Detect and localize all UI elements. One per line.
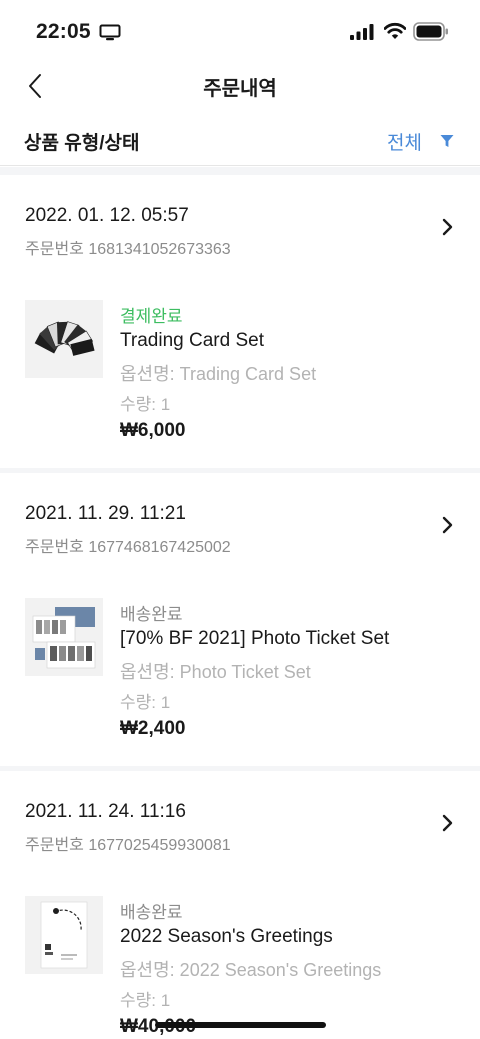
- option-name: 옵션명: Photo Ticket Set: [120, 662, 311, 682]
- chevron-right-icon: [442, 516, 453, 534]
- delivery-status: 배송완료: [120, 605, 183, 624]
- order-date: 2021. 11. 29. 11:21: [25, 503, 186, 524]
- payment-status: 결제완료: [120, 307, 183, 326]
- product-thumbnail[interactable]: [25, 896, 103, 974]
- cellular-signal-icon: [350, 24, 374, 40]
- order-header[interactable]: 2021. 11. 24. 11:16 주문번호 167702545993008…: [0, 771, 480, 873]
- quantity: 수량: 1: [120, 395, 171, 414]
- filter-button[interactable]: 전체: [387, 126, 454, 156]
- trading-card-fan-image: [25, 300, 103, 378]
- filter-row: 상품 유형/상태 전체: [0, 116, 480, 166]
- price: ₩2,400: [120, 718, 186, 739]
- option-name: 옵션명: Trading Card Set: [120, 364, 317, 384]
- wifi-icon: [384, 22, 406, 39]
- quantity: 수량: 1: [120, 693, 171, 712]
- product-type-status-label: 상품 유형/상태: [24, 133, 140, 154]
- navigation-bar: 주문내역: [0, 62, 480, 110]
- filter-funnel-icon: [440, 135, 454, 147]
- battery-icon: [413, 22, 448, 41]
- order-number: 주문번호 1677468167425002: [25, 539, 231, 556]
- page-title: 주문내역: [203, 78, 277, 100]
- product-name[interactable]: Trading Card Set: [120, 330, 264, 352]
- product-thumbnail[interactable]: [25, 300, 103, 378]
- filter-value: 전체: [387, 132, 422, 154]
- order-item: 배송완료 [70% BF 2021] Photo Ticket Set 옵션명:…: [0, 572, 480, 766]
- order-date: 2022. 01. 12. 05:57: [25, 205, 189, 226]
- screen-mirroring-icon: [99, 24, 121, 41]
- order-number: 주문번호 1681341052673363: [25, 241, 231, 258]
- order-history-screen: 22:05 주문내역 상품 유형/상태 전체 2022. 01. 12. 05:…: [0, 0, 480, 1039]
- order-item: 배송완료 2022 Season's Greetings 옵션명: 2022 S…: [0, 870, 480, 1039]
- chevron-right-icon: [442, 814, 453, 832]
- order-header[interactable]: 2021. 11. 29. 11:21 주문번호 167746816742500…: [0, 473, 480, 575]
- product-name[interactable]: 2022 Season's Greetings: [120, 926, 333, 948]
- chevron-right-icon: [442, 218, 453, 236]
- order-item: 결제완료 Trading Card Set 옵션명: Trading Card …: [0, 274, 480, 468]
- product-name[interactable]: [70% BF 2021] Photo Ticket Set: [120, 628, 389, 650]
- order-header[interactable]: 2022. 01. 12. 05:57 주문번호 168134105267336…: [0, 175, 480, 277]
- season-greetings-image: [25, 896, 103, 974]
- photo-ticket-set-image: [25, 598, 103, 676]
- home-indicator[interactable]: [155, 1022, 326, 1028]
- order-date: 2021. 11. 24. 11:16: [25, 801, 186, 822]
- price: ₩6,000: [120, 420, 186, 441]
- section-divider: [0, 167, 480, 175]
- status-time: 22:05: [36, 20, 91, 43]
- product-thumbnail[interactable]: [25, 598, 103, 676]
- delivery-status: 배송완료: [120, 903, 183, 922]
- quantity: 수량: 1: [120, 991, 171, 1010]
- status-bar: 22:05: [0, 0, 480, 62]
- order-number: 주문번호 1677025459930081: [25, 837, 231, 854]
- option-name: 옵션명: 2022 Season's Greetings: [120, 960, 382, 980]
